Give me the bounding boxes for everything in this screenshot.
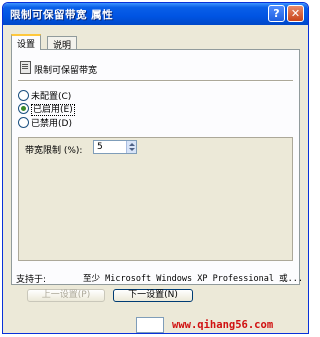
supported-on-label: 支持于: — [16, 275, 47, 285]
policy-icon — [20, 61, 31, 74]
tab-settings[interactable]: 设置 — [11, 34, 42, 50]
previous-setting-button[interactable]: 上一设置(P) — [27, 289, 105, 302]
radio-enabled[interactable]: 已启用(E) — [18, 102, 75, 116]
spin-down-icon[interactable] — [129, 148, 135, 151]
radio-circle[interactable] — [18, 117, 29, 128]
radio-disabled[interactable]: 已禁用(D) — [18, 116, 72, 129]
window-title: 限制可保留带宽 属性 — [10, 9, 114, 21]
supported-on-value: 至少 Microsoft Windows XP Professional 或..… — [83, 274, 303, 284]
radio-circle[interactable] — [18, 90, 29, 101]
radio-label: 已启用(E) — [31, 104, 75, 116]
next-setting-button[interactable]: 下一设置(N) — [113, 289, 193, 302]
tab-explain[interactable]: 说明 — [47, 36, 78, 51]
bandwidth-value[interactable]: 5 — [97, 142, 103, 152]
properties-dialog: 限制可保留带宽 属性 ? ✕ 设置 说明 限制可保留带宽 未配置(C) 已启用(… — [2, 2, 309, 334]
radio-circle[interactable] — [18, 103, 29, 114]
watermark-text: www.qihang56.com — [172, 319, 274, 331]
close-button[interactable]: ✕ — [287, 5, 304, 22]
bandwidth-spinner[interactable]: 5 — [93, 140, 137, 154]
help-button[interactable]: ? — [268, 5, 285, 22]
settings-panel: 限制可保留带宽 未配置(C) 已启用(E) 已禁用(D) 带宽限制 (%): 5 — [11, 49, 300, 285]
bandwidth-limit-label: 带宽限制 (%): — [25, 146, 83, 156]
options-area: 带宽限制 (%): 5 — [18, 137, 293, 261]
spinner-buttons[interactable] — [126, 141, 136, 153]
separator — [18, 80, 293, 82]
spin-up-icon[interactable] — [129, 143, 135, 146]
policy-name: 限制可保留带宽 — [34, 66, 98, 76]
partial-button[interactable] — [136, 317, 164, 333]
radio-not-configured[interactable]: 未配置(C) — [18, 89, 71, 102]
radio-label: 未配置(C) — [31, 92, 72, 102]
title-bar[interactable]: 限制可保留带宽 属性 ? ✕ — [3, 3, 308, 25]
radio-label: 已禁用(D) — [31, 119, 72, 129]
